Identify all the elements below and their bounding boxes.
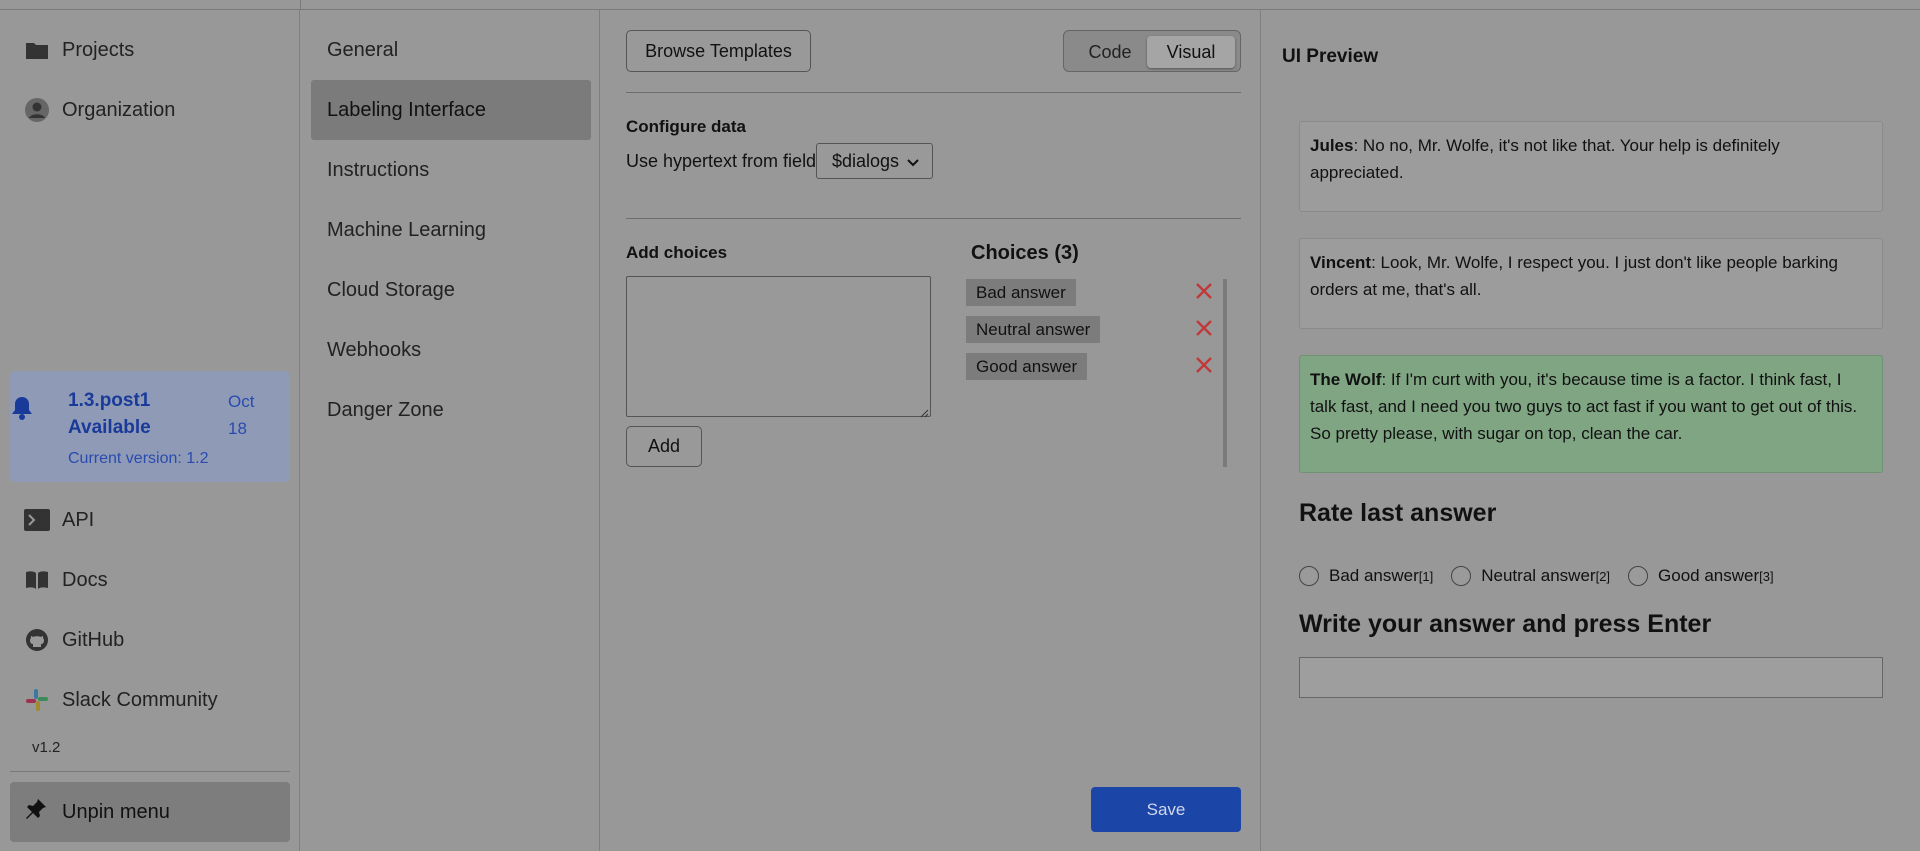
ui-preview-panel: UI Preview Jules: No no, Mr. Wolfe, it's… — [1262, 10, 1920, 851]
divider — [626, 92, 1241, 93]
divider — [626, 218, 1241, 219]
dialog-message-highlighted: The Wolf: If I'm curt with you, it's bec… — [1299, 355, 1883, 473]
app-version: v1.2 — [32, 739, 61, 756]
config-editor: Browse Templates Code Visual Configure d… — [601, 10, 1261, 851]
choices-scrollbar[interactable] — [1223, 279, 1227, 467]
radio-label: Good answer — [1658, 566, 1760, 585]
menu-label: GitHub — [62, 628, 125, 651]
pin-icon — [24, 797, 48, 827]
unpin-label: Unpin menu — [62, 800, 170, 823]
slack-icon — [24, 687, 50, 713]
menu-item-organization[interactable]: Organization — [24, 90, 175, 130]
divider — [10, 771, 290, 772]
add-button[interactable]: Add — [626, 426, 702, 467]
remove-choice-icon[interactable] — [1193, 354, 1215, 376]
save-button[interactable]: Save — [1091, 787, 1241, 832]
visual-mode-tab[interactable]: Visual — [1147, 36, 1235, 68]
book-icon — [24, 567, 50, 593]
message-text: : If I'm curt with you, it's because tim… — [1310, 370, 1858, 443]
terminal-icon — [24, 507, 50, 533]
menu-item-docs[interactable]: Docs — [24, 560, 108, 600]
settings-item-labeling-interface[interactable]: Labeling Interface — [311, 80, 591, 140]
menu-label: API — [62, 508, 95, 531]
dialog-message: Jules: No no, Mr. Wolfe, it's not like t… — [1299, 121, 1883, 212]
unpin-menu-button[interactable]: Unpin menu — [10, 782, 290, 842]
write-answer-heading: Write your answer and press Enter — [1299, 610, 1712, 638]
top-border — [0, 0, 1920, 10]
settings-item-general[interactable]: General — [311, 20, 591, 80]
update-notification[interactable]: 1.3.post1 Available Oct 18 Current versi… — [10, 371, 290, 482]
settings-item-webhooks[interactable]: Webhooks — [311, 320, 591, 380]
message-text: : Look, Mr. Wolfe, I respect you. I just… — [1310, 253, 1838, 299]
add-choices-label: Add choices — [626, 243, 728, 262]
settings-item-danger-zone[interactable]: Danger Zone — [311, 380, 591, 440]
radio-label: Bad answer — [1329, 566, 1419, 585]
bell-icon — [10, 395, 36, 421]
chevron-down-icon — [907, 151, 919, 172]
hotkey-hint: [2] — [1595, 568, 1611, 584]
settings-item-cloud-storage[interactable]: Cloud Storage — [311, 260, 591, 320]
remove-choice-icon[interactable] — [1193, 280, 1215, 302]
resize-grip-icon[interactable] — [919, 405, 929, 418]
menu-item-api[interactable]: API — [24, 500, 94, 540]
menu-item-projects[interactable]: Projects — [24, 30, 134, 70]
menu-label: Docs — [62, 568, 108, 591]
settings-item-instructions[interactable]: Instructions — [311, 140, 591, 200]
code-mode-tab[interactable]: Code — [1070, 36, 1150, 68]
menu-label: Projects — [62, 38, 135, 61]
github-icon — [24, 627, 50, 653]
radio-label: Neutral answer — [1481, 566, 1596, 585]
menu-item-github[interactable]: GitHub — [24, 620, 124, 660]
preview-title: UI Preview — [1282, 46, 1379, 67]
menu-label: Organization — [62, 98, 176, 121]
browse-templates-button[interactable]: Browse Templates — [626, 30, 811, 72]
menu-label: Slack Community — [62, 688, 218, 711]
menu-item-slack[interactable]: Slack Community — [24, 680, 218, 720]
radio-good-answer[interactable]: Good answer [3] — [1628, 566, 1774, 586]
field-select-value: $dialogs — [832, 150, 900, 171]
message-text: : No no, Mr. Wolfe, it's not like that. … — [1310, 136, 1780, 182]
current-version: Current version: 1.2 — [68, 450, 209, 467]
hotkey-hint: [1] — [1418, 568, 1434, 584]
speaker-name: Vincent — [1310, 253, 1372, 272]
remove-choice-icon[interactable] — [1193, 317, 1215, 339]
dialog-message: Vincent: Look, Mr. Wolfe, I respect you.… — [1299, 238, 1883, 329]
add-choices-textarea[interactable] — [626, 276, 931, 418]
folder-icon — [24, 37, 50, 63]
hotkey-hint: [3] — [1759, 568, 1774, 584]
rate-heading: Rate last answer — [1299, 499, 1497, 527]
speaker-name: Jules — [1310, 136, 1354, 155]
person-icon — [24, 97, 50, 123]
radio-circle[interactable] — [1299, 566, 1319, 586]
choices-title: Choices (3) — [971, 242, 1079, 264]
main-menu: Projects Organization 1.3.post1 Availabl… — [0, 10, 300, 851]
mode-toggle: Code Visual — [1063, 30, 1241, 72]
rating-radio-group: Bad answer [1] Neutral answer [2] Good ans… — [1299, 566, 1792, 586]
choice-tag: Bad answer — [966, 279, 1076, 306]
radio-bad-answer[interactable]: Bad answer [1] — [1299, 566, 1433, 586]
answer-input[interactable] — [1299, 657, 1883, 698]
radio-neutral-answer[interactable]: Neutral answer [2] — [1451, 566, 1610, 586]
update-date: Oct 18 — [228, 392, 255, 438]
field-select[interactable]: $dialogs — [816, 143, 933, 179]
configure-data-label: Configure data — [626, 117, 746, 136]
speaker-name: The Wolf — [1310, 370, 1382, 389]
choice-tag: Neutral answer — [966, 316, 1101, 343]
settings-nav: General Labeling Interface Instructions … — [301, 10, 600, 851]
hypertext-label: Use hypertext from field — [626, 151, 817, 171]
choice-tag: Good answer — [966, 353, 1088, 380]
settings-item-machine-learning[interactable]: Machine Learning — [311, 200, 591, 260]
update-version: 1.3.post1 Available — [68, 390, 151, 438]
radio-circle[interactable] — [1451, 566, 1472, 586]
radio-circle[interactable] — [1628, 566, 1649, 586]
